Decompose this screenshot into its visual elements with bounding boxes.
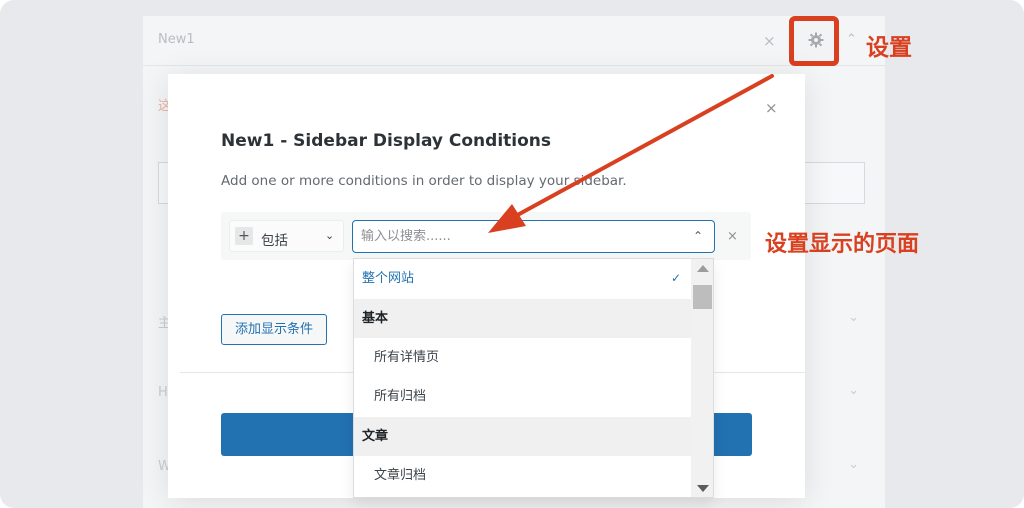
scroll-down-icon[interactable] xyxy=(697,485,709,492)
dropdown-option-selected[interactable]: 整个网站 ✓ xyxy=(354,259,691,298)
check-icon: ✓ xyxy=(670,271,681,285)
condition-type-label: 包括 xyxy=(261,233,288,249)
annotation-condition-label: 设置显示的页面 xyxy=(765,232,920,257)
chevron-up-icon[interactable]: ⌃ xyxy=(693,229,703,243)
scroll-up-icon[interactable] xyxy=(697,265,709,272)
gear-icon[interactable] xyxy=(808,32,824,48)
settings-gear-highlight[interactable] xyxy=(789,16,839,66)
dropdown-group-header: 文章 xyxy=(354,417,691,456)
chevron-down-icon: ⌄ xyxy=(848,310,859,325)
background-widget-title: New1 xyxy=(158,32,195,47)
modal-title: New1 - Sidebar Display Conditions xyxy=(221,131,552,151)
background-collapse-icon[interactable]: ⌃ xyxy=(846,32,857,47)
background-close-icon[interactable]: × xyxy=(763,32,776,50)
chevron-down-icon: ⌄ xyxy=(848,457,859,472)
close-icon[interactable]: × xyxy=(765,99,778,117)
chevron-down-icon: ⌄ xyxy=(325,229,335,242)
option-label: 整个网站 xyxy=(362,271,415,286)
dropdown-option[interactable]: 所有归档 xyxy=(354,377,691,416)
annotation-settings-label: 设置 xyxy=(866,35,912,61)
dropdown-scrollbar[interactable] xyxy=(691,259,713,497)
scroll-thumb[interactable] xyxy=(693,285,712,309)
add-condition-button[interactable]: 添加显示条件 xyxy=(221,314,327,345)
screenshot-frame: New1 × ⌃ 这 主 ⌄ H ⌄ W ⌄ 设置 × New1 - Sideb… xyxy=(0,0,1024,508)
dropdown-option[interactable]: 文章归档 xyxy=(354,456,691,495)
chevron-down-icon: ⌄ xyxy=(848,383,859,398)
background-row-label: H xyxy=(158,385,168,400)
condition-search-input[interactable] xyxy=(361,229,681,244)
remove-condition-icon[interactable]: × xyxy=(727,229,738,244)
condition-dropdown: 整个网站 ✓ 基本 所有详情页 所有归档 文章 文章归档 xyxy=(353,258,714,498)
dropdown-group-header: 基本 xyxy=(354,299,691,338)
dropdown-option[interactable]: 所有详情页 xyxy=(354,338,691,377)
modal-description: Add one or more conditions in order to d… xyxy=(221,173,627,189)
plus-icon: + xyxy=(235,227,253,245)
